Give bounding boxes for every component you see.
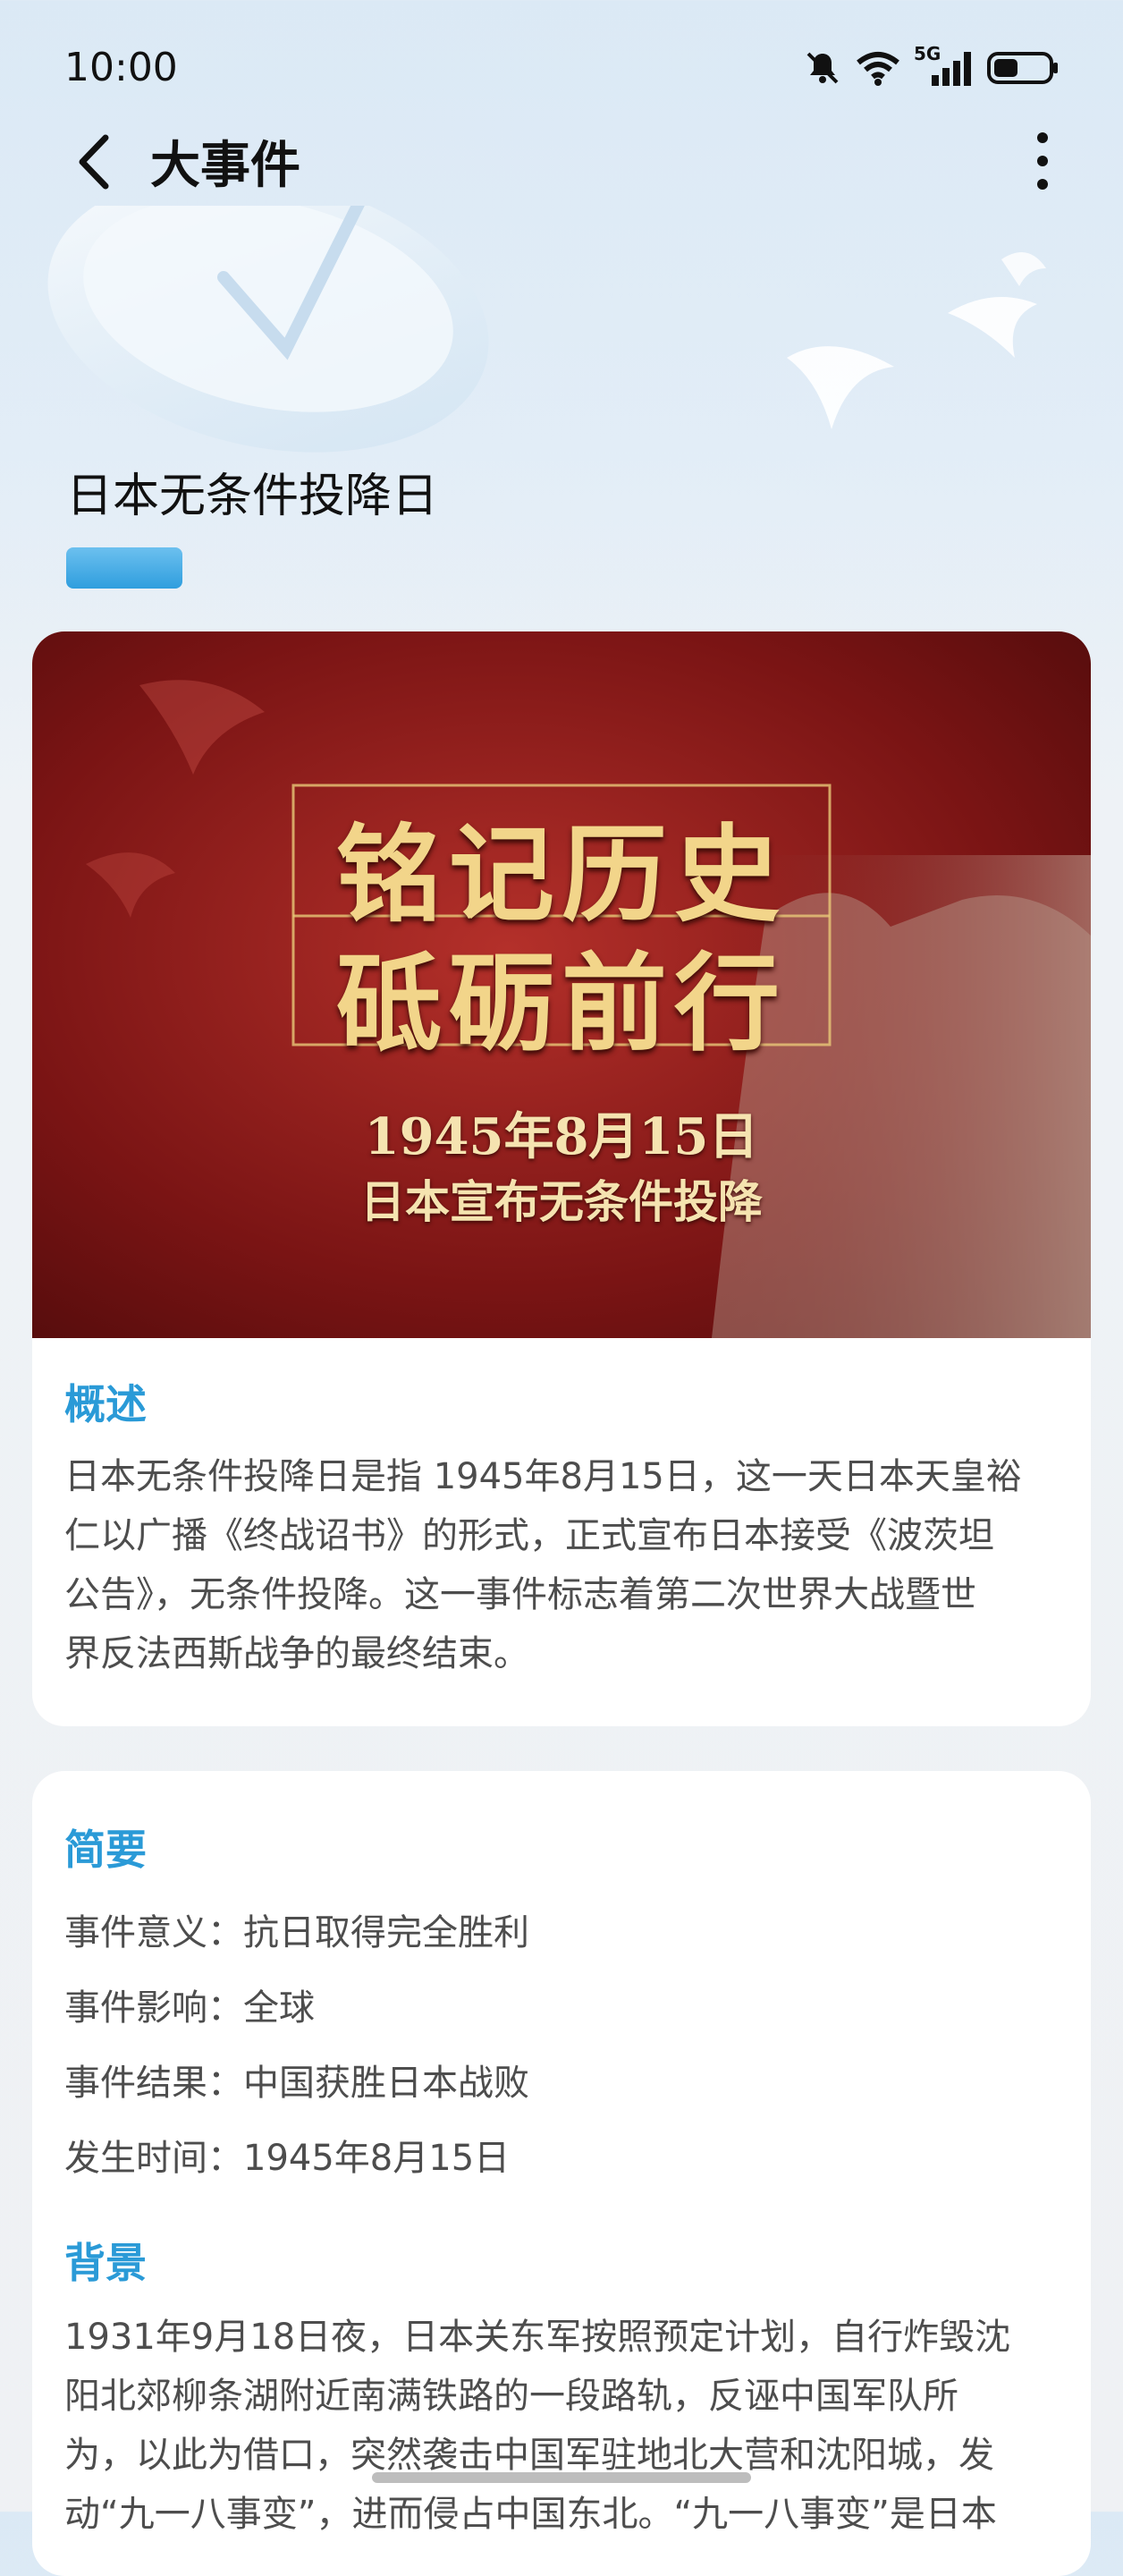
banner-date: 1945年8月15日 [364, 1107, 759, 1166]
home-indicator[interactable] [372, 2472, 751, 2483]
background-line: 动“九一八事变”，进而侵占中国东北。“九一八事变”是日本 [64, 2494, 997, 2535]
overview-line: 日本无条件投降日是指 1945年8月15日，这一天日本天皇裕 [64, 1456, 1022, 1497]
cellular-5g-icon: 5G [914, 43, 975, 88]
background-heading: 背景 [64, 2239, 147, 2287]
banner-subtitle: 日本宣布无条件投降 [360, 1175, 763, 1228]
summary-card: 简要 事件意义：抗日取得完全胜利 事件影响：全球 事件结果：中国获胜日本战败 发… [32, 1771, 1091, 2576]
top-nav: 大事件 [0, 116, 1123, 206]
mute-bell-icon [806, 52, 839, 84]
summary-label: 发生时间： [64, 2138, 243, 2179]
more-options-icon[interactable] [1025, 127, 1060, 195]
overview-line: 仁以广播《终战诏书》的形式，正式宣布日本接受《波茨坦 [64, 1515, 994, 1556]
summary-item: 事件结果：中国获胜日本战败 [64, 2054, 529, 2106]
event-title: 日本无条件投降日 [66, 470, 439, 523]
overview-text: 日本无条件投降日是指 1945年8月15日，这一天日本天皇裕 仁以广播《终战诏书… [64, 1447, 1066, 1683]
status-bar: 10:00 5G [0, 0, 1123, 134]
summary-value: 抗日取得完全胜利 [243, 1912, 529, 1953]
status-icons: 5G [803, 43, 1060, 88]
overview-card: 铭记历史 砥砺前行 1945年8月15日 日本宣布无条件投降 概述 日本无条件投… [32, 631, 1091, 1726]
battery-icon [987, 52, 1058, 84]
background-text: 1931年9月18日夜，日本关东军按照预定计划，自行炸毁沈 阳北郊柳条湖附近南满… [64, 2308, 1066, 2544]
summary-label: 事件影响： [64, 1987, 243, 2029]
background-line: 1931年9月18日夜，日本关东军按照预定计划，自行炸毁沈 [64, 2317, 1011, 2358]
summary-item: 发生时间：1945年8月15日 [64, 2129, 510, 2181]
overview-heading: 概述 [64, 1380, 147, 1428]
page-title: 大事件 [150, 137, 300, 195]
summary-item: 事件意义：抗日取得完全胜利 [64, 1903, 529, 1955]
summary-value: 全球 [243, 1987, 315, 2029]
summary-label: 事件意义： [64, 1912, 243, 1953]
summary-heading: 简要 [64, 1826, 147, 1874]
wifi-icon [857, 52, 899, 86]
background-line: 阳北郊柳条湖附近南满铁路的一段路轨，反诬中国军队所 [64, 2376, 958, 2417]
overview-line: 公告》，无条件投降。这一事件标志着第二次世界大战暨世 [64, 1574, 976, 1615]
summary-item: 事件影响：全球 [64, 1979, 315, 2030]
title-accent-bar [66, 547, 182, 589]
back-arrow-icon[interactable] [70, 131, 120, 193]
overview-line: 界反法西斯战争的最终结束。 [64, 1633, 529, 1674]
summary-label: 事件结果： [64, 2063, 243, 2104]
summary-value: 1945年8月15日 [243, 2138, 511, 2179]
status-time: 10:00 [64, 45, 178, 90]
summary-value: 中国获胜日本战败 [243, 2063, 529, 2104]
banner-text-line2: 砥砺前行 [335, 941, 787, 1065]
